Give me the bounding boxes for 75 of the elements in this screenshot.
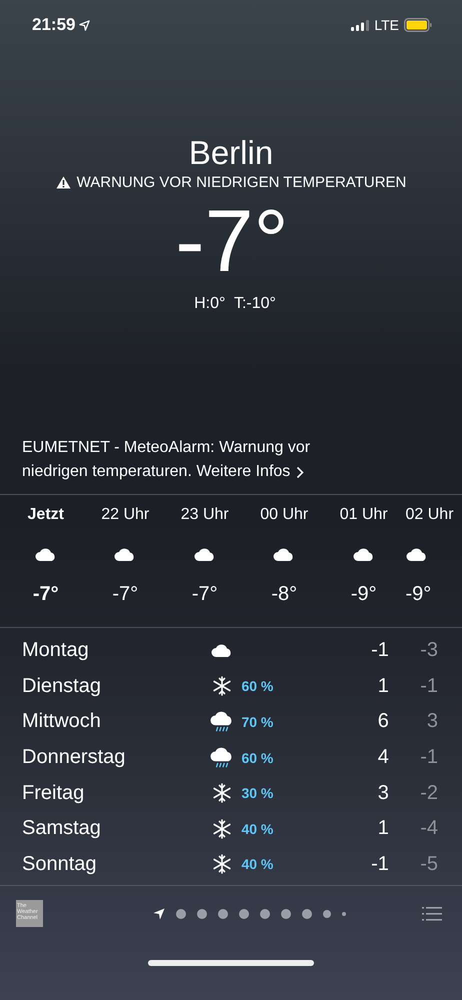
low-temperature: -2 bbox=[419, 782, 438, 805]
snowflake-icon bbox=[212, 783, 232, 804]
precipitation-chance: 30 % bbox=[241, 785, 274, 802]
precipitation-chance: 60 % bbox=[241, 678, 274, 694]
high-temperature: 1 bbox=[376, 674, 389, 698]
hour-temperature: -8° bbox=[271, 583, 298, 606]
hour-label: 01 Uhr bbox=[340, 506, 388, 524]
city-name: Berlin bbox=[188, 134, 274, 172]
precipitation-chance: 70 % bbox=[241, 714, 274, 730]
hour-label: Jetzt bbox=[28, 506, 64, 524]
hour-temperature: -9° bbox=[406, 583, 432, 606]
page-dot[interactable] bbox=[176, 908, 186, 918]
day-name: Montag bbox=[22, 639, 90, 662]
more-info-link[interactable]: Weitere Infos bbox=[196, 460, 304, 484]
clock: 21:59 bbox=[32, 15, 76, 35]
hour-label: 23 Uhr bbox=[180, 506, 229, 524]
cloud-icon bbox=[34, 548, 57, 562]
high-temperature: -1 bbox=[370, 852, 389, 876]
day-name: Samstag bbox=[22, 817, 102, 840]
hour-temperature: -7° bbox=[192, 583, 218, 606]
low-temperature: -5 bbox=[419, 852, 438, 876]
hour-temperature: -7° bbox=[32, 583, 59, 606]
network-label: LTE bbox=[374, 17, 399, 33]
location-arrow-icon bbox=[79, 20, 90, 30]
high-temperature: 3 bbox=[376, 782, 389, 805]
cloud-icon bbox=[114, 548, 136, 562]
hour-temperature: -7° bbox=[112, 583, 138, 606]
hour-label: 02 Uhr bbox=[406, 506, 454, 524]
hour-temperature: -9° bbox=[350, 583, 377, 606]
page-dot[interactable] bbox=[281, 908, 291, 918]
page-dot[interactable] bbox=[239, 908, 249, 918]
cloud-icon bbox=[194, 548, 216, 562]
low-temperature: -1 bbox=[419, 674, 438, 698]
warning-icon bbox=[56, 176, 71, 189]
precipitation-chance: 40 % bbox=[241, 856, 274, 872]
low-temperature: -4 bbox=[419, 817, 438, 840]
high-temperature: -1 bbox=[370, 639, 389, 662]
signal-icon bbox=[351, 20, 370, 30]
day-name: Donnerstag bbox=[22, 746, 126, 770]
current-temperature: -7° bbox=[175, 193, 289, 289]
day-name: Mittwoch bbox=[22, 710, 102, 734]
battery-icon bbox=[404, 18, 432, 32]
rain-cloud-icon bbox=[210, 710, 234, 733]
page-dot[interactable] bbox=[260, 908, 270, 918]
cloud-icon bbox=[352, 548, 375, 562]
precipitation-chance: 60 % bbox=[241, 750, 274, 766]
page-dot[interactable] bbox=[302, 908, 312, 918]
day-name: Dienstag bbox=[22, 674, 102, 698]
list-icon[interactable] bbox=[422, 906, 442, 920]
page-dot[interactable] bbox=[323, 910, 331, 918]
high-temperature: 1 bbox=[376, 817, 389, 840]
high-low-temperature: H:0° T:-10° bbox=[194, 295, 276, 313]
location-arrow-icon[interactable] bbox=[153, 908, 165, 920]
alert-text: EUMETNET - MeteoAlarm: Warnung vor niedrigen temperaturen. Weitere Infos bbox=[22, 436, 367, 494]
rain-cloud-icon bbox=[210, 746, 234, 769]
high-temperature: 4 bbox=[376, 746, 389, 770]
snowflake-icon bbox=[212, 818, 232, 839]
hour-label: 00 Uhr bbox=[260, 506, 308, 524]
page-dot[interactable] bbox=[197, 908, 207, 918]
chevron-icon bbox=[296, 466, 304, 478]
cloud-icon bbox=[406, 548, 428, 562]
precipitation-chance: 40 % bbox=[241, 820, 274, 837]
snowflake-icon bbox=[212, 676, 232, 696]
low-temperature: -3 bbox=[419, 639, 438, 662]
low-temperature: 3 bbox=[426, 710, 438, 734]
high-temperature: 6 bbox=[376, 710, 389, 734]
day-name: Sonntag bbox=[22, 852, 98, 876]
page-dot[interactable] bbox=[342, 912, 346, 916]
low-temperature: -1 bbox=[419, 746, 438, 770]
snowflake-icon bbox=[212, 854, 232, 874]
day-name: Freitag bbox=[22, 782, 86, 805]
hour-label: 22 Uhr bbox=[101, 506, 150, 524]
warning-text: WARNUNG VOR NIEDRIGEN TEMPERATUREN bbox=[76, 174, 406, 191]
page-dot[interactable] bbox=[218, 908, 228, 918]
cloud-icon bbox=[273, 548, 296, 562]
